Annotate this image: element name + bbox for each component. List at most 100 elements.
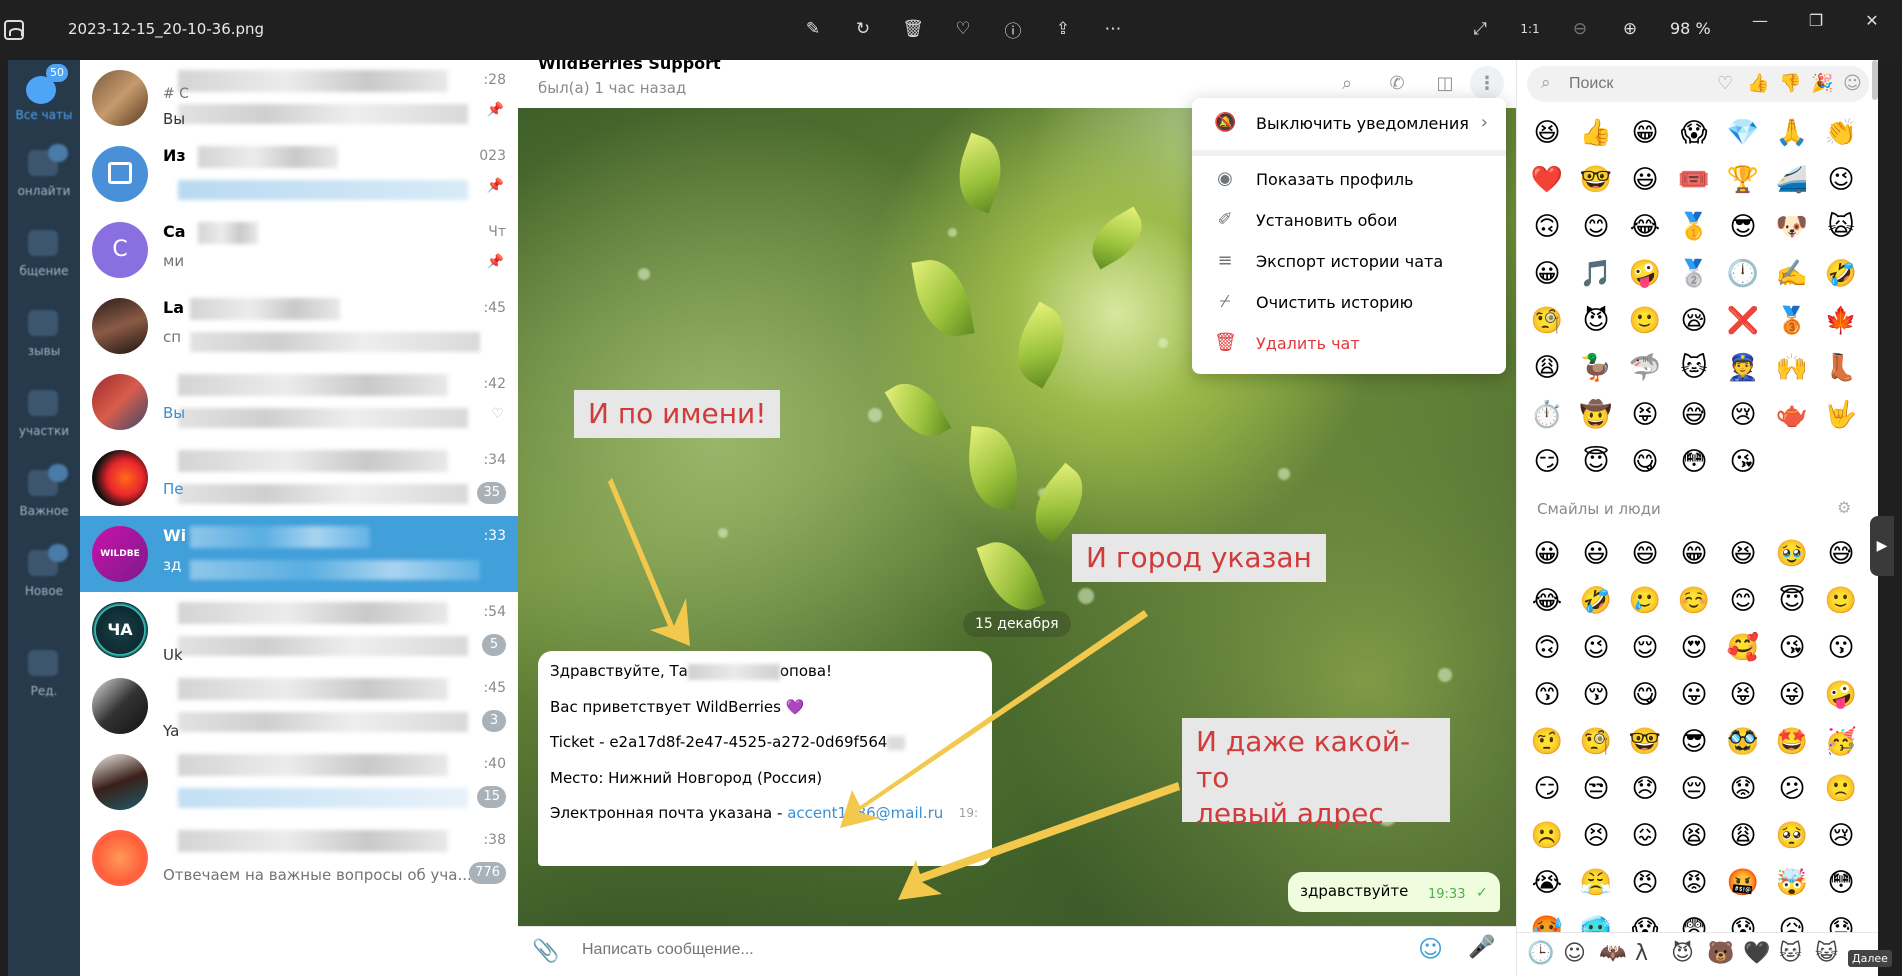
emoji-cell[interactable]: 🕛 [1723, 254, 1763, 294]
emoji-set-tab[interactable]: 😺 [1815, 941, 1838, 966]
emoji-cell[interactable]: 😤 [1576, 863, 1616, 903]
emoji-cell[interactable]: 🤠 [1576, 395, 1616, 435]
share-icon[interactable]: ⇪ [1048, 14, 1078, 44]
emoji-cell[interactable]: 😚 [1576, 675, 1616, 715]
emoji-cell[interactable]: 😅 [1821, 534, 1861, 574]
emoji-cell[interactable]: 😖 [1625, 816, 1665, 856]
more-vertical-icon[interactable]: ⋮ [1470, 66, 1504, 100]
emoji-cell[interactable]: 😂 [1527, 581, 1567, 621]
close-icon[interactable]: ✕ [1852, 8, 1892, 32]
emoji-set-tab[interactable]: 🐻 [1707, 941, 1734, 966]
emoji-cell[interactable]: 😏 [1527, 442, 1567, 482]
heart-category-icon[interactable]: ♡ [1717, 73, 1733, 94]
emoji-cell[interactable]: 🐶 [1772, 207, 1812, 247]
folder-item[interactable]: участки [14, 384, 74, 446]
emoji-cell[interactable]: 🤨 [1527, 722, 1567, 762]
emoji-cell[interactable]: 🥺 [1772, 816, 1812, 856]
folder-item[interactable]: зывы [14, 304, 74, 366]
emoji-cell[interactable]: 😕 [1772, 769, 1812, 809]
emoji-cell[interactable]: 🙌 [1772, 348, 1812, 388]
smile-category-icon[interactable]: ☺ [1843, 73, 1862, 94]
party-category-icon[interactable]: 🎉 [1811, 73, 1833, 94]
emoji-cell[interactable]: 😪 [1674, 301, 1714, 341]
emoji-cell[interactable]: 😡 [1674, 863, 1714, 903]
emoji-cell[interactable]: 🫖 [1772, 395, 1812, 435]
folder-item[interactable]: бщение [14, 224, 74, 286]
emoji-cell[interactable]: 🧐 [1576, 722, 1616, 762]
emoji-cell[interactable]: 🙀 [1821, 207, 1861, 247]
emoji-cell[interactable]: 🏆 [1723, 160, 1763, 200]
emoji-cell[interactable]: 😁 [1625, 113, 1665, 153]
menu-item-set-wallpaper[interactable]: ✐ Установить обои [1192, 203, 1506, 239]
emoji-cell[interactable]: 😎 [1674, 722, 1714, 762]
emoji-cell[interactable]: 🤣 [1576, 581, 1616, 621]
emoji-search-input[interactable] [1569, 75, 1689, 93]
emoji-icon[interactable]: ☺ [1418, 935, 1443, 963]
emoji-cell[interactable]: 🐱 [1674, 348, 1714, 388]
chat-title[interactable]: WildBerries Support [538, 60, 721, 73]
emoji-cell[interactable]: 🥈 [1674, 254, 1714, 294]
emoji-set-tab[interactable]: 🦇 [1599, 941, 1626, 966]
emoji-cell[interactable]: ✍️ [1772, 254, 1812, 294]
emoji-cell[interactable]: 😱 [1674, 113, 1714, 153]
emoji-cell[interactable]: 😭 [1527, 863, 1567, 903]
folder-item[interactable]: онлайти [14, 144, 74, 206]
emoji-cell[interactable]: 😠 [1625, 863, 1665, 903]
emoji-cell[interactable]: 😃 [1625, 160, 1665, 200]
chat-list-item[interactable]: Вы :42 ♡ [80, 364, 518, 440]
actual-size-icon[interactable]: 1:1 [1515, 14, 1545, 44]
chat-list-item[interactable]: # С Вы :28 📌 [80, 60, 518, 136]
emoji-cell[interactable]: 🤓 [1576, 160, 1616, 200]
chat-list-item[interactable]: Отвечаем на важные вопросы об уча... :38… [80, 820, 518, 896]
emoji-cell[interactable]: 😝 [1723, 675, 1763, 715]
emoji-cell[interactable]: 🥳 [1821, 722, 1861, 762]
emoji-cell[interactable]: 😢 [1821, 816, 1861, 856]
emoji-cell[interactable]: 🤪 [1625, 254, 1665, 294]
phone-icon[interactable]: ✆ [1380, 66, 1414, 100]
folder-item[interactable]: Важное [14, 464, 74, 526]
emoji-cell[interactable]: 🤬 [1723, 863, 1763, 903]
folder-all-chats[interactable]: 50 Все чаты [14, 64, 74, 126]
zoom-out-icon[interactable]: ⊖ [1565, 14, 1595, 44]
emoji-cell[interactable]: 🥰 [1723, 628, 1763, 668]
emoji-cell[interactable]: 😉 [1576, 628, 1616, 668]
emoji-cell[interactable]: 🤩 [1772, 722, 1812, 762]
emoji-cell[interactable]: 🥉 [1772, 301, 1812, 341]
edit-icon[interactable]: ✎ [798, 14, 828, 44]
emoji-cell[interactable]: ❌ [1723, 301, 1763, 341]
emoji-cell[interactable]: 😗 [1821, 628, 1861, 668]
emoji-cell[interactable]: 😜 [1772, 675, 1812, 715]
more-label[interactable]: Далее [1848, 950, 1892, 967]
emoji-cell[interactable]: 😄 [1625, 534, 1665, 574]
emoji-cell[interactable]: 😊 [1576, 207, 1616, 247]
panel-toggle-icon[interactable]: ▶ [1870, 516, 1894, 576]
emoji-cell[interactable]: 🥲 [1625, 581, 1665, 621]
emoji-cell[interactable]: 😀 [1527, 254, 1567, 294]
emoji-cell[interactable]: 🙏 [1772, 113, 1812, 153]
emoji-cell[interactable]: 😩 [1723, 816, 1763, 856]
emoji-cell[interactable]: 😍 [1674, 628, 1714, 668]
zoom-in-icon[interactable]: ⊕ [1615, 14, 1645, 44]
emoji-set-tab[interactable]: 🐱 [1779, 941, 1802, 966]
thumbs-down-category-icon[interactable]: 👎 [1779, 73, 1801, 94]
emoji-cell[interactable]: 😙 [1527, 675, 1567, 715]
minimize-icon[interactable]: — [1740, 8, 1780, 32]
chat-list-item[interactable]: La сп :45 [80, 288, 518, 364]
emoji-cell[interactable]: 🍁 [1821, 301, 1861, 341]
emoji-cell[interactable]: 😣 [1576, 816, 1616, 856]
emoji-cell[interactable]: 😅 [1674, 395, 1714, 435]
emoji-cell[interactable]: 😞 [1625, 769, 1665, 809]
emoji-cell[interactable]: 😘 [1772, 628, 1812, 668]
emoji-cell[interactable]: 🤣 [1821, 254, 1861, 294]
emoji-cell[interactable]: 😢 [1723, 395, 1763, 435]
emoji-cell[interactable]: 🦈 [1625, 348, 1665, 388]
emoji-cell[interactable]: 🤯 [1772, 863, 1812, 903]
emoji-cell[interactable]: 🙂 [1625, 301, 1665, 341]
more-icon[interactable]: ⋯ [1098, 14, 1128, 44]
emoji-cell[interactable]: 😂 [1625, 207, 1665, 247]
chat-list-item[interactable]: :40 15 [80, 744, 518, 820]
outgoing-message[interactable]: здравствуйте 19:33 ✓ [1288, 872, 1500, 912]
emoji-set-tab[interactable]: 🖤 [1743, 941, 1770, 966]
chat-list-item[interactable]: ЧА Uk :54 5 [80, 592, 518, 668]
emoji-cell[interactable]: 🎟️ [1674, 160, 1714, 200]
